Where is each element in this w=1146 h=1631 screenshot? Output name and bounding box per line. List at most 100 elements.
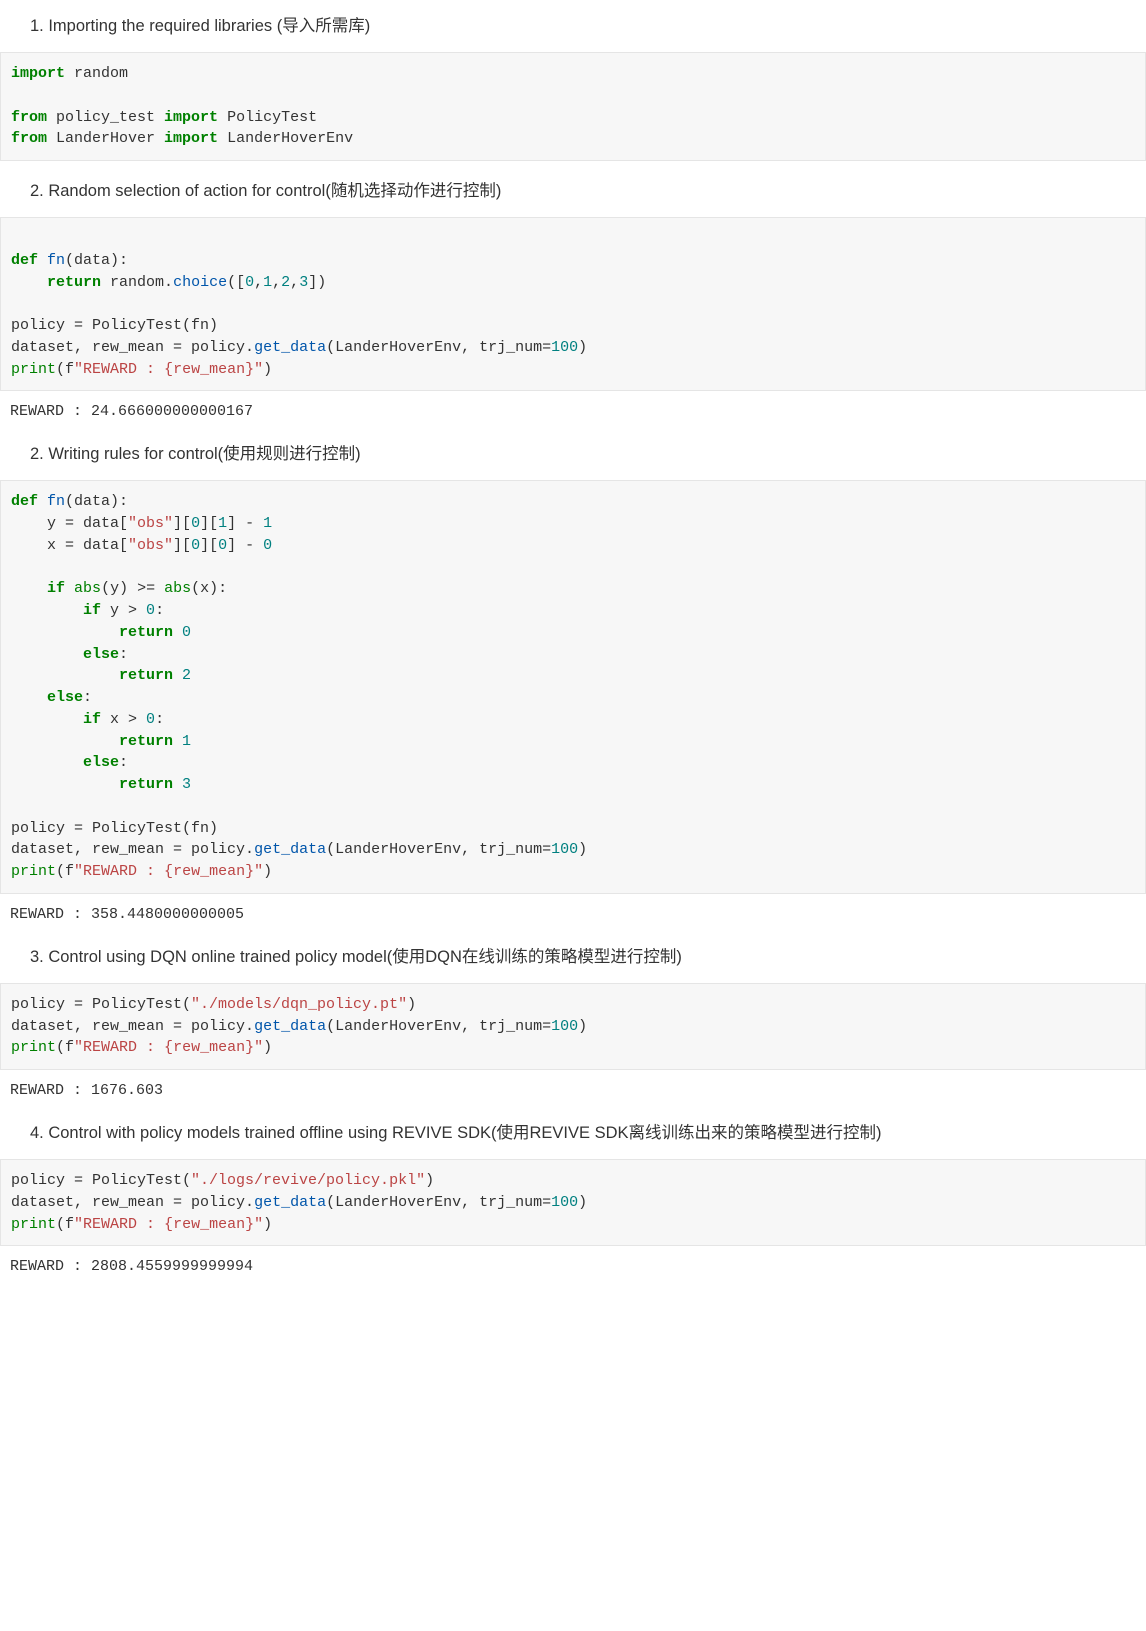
kw-else: else (47, 689, 83, 706)
kw-return: return (119, 667, 173, 684)
f-prefix: f (65, 863, 74, 880)
code-cell-1[interactable]: import random from policy_test import Po… (0, 52, 1146, 161)
f-prefix: f (65, 361, 74, 378)
dot: . (164, 274, 173, 291)
fn-print: print (11, 1039, 56, 1056)
kw-else: else (83, 754, 119, 771)
colon: : (83, 689, 92, 706)
paren-close: ) (263, 1216, 272, 1233)
code-text: ][ (200, 515, 218, 532)
paren-close: ) (263, 361, 272, 378)
mod-policy-test: policy_test (47, 109, 164, 126)
fn-print: print (11, 863, 56, 880)
num: 0 (146, 602, 155, 619)
code-text: policy = PolicyTest( (11, 1172, 191, 1189)
kw-if: if (83, 711, 101, 728)
output-cell-3: REWARD : 358.4480000000005 (0, 898, 1146, 931)
dot: . (245, 841, 254, 858)
code-cell-2[interactable]: def fn(data): return random.choice([0,1,… (0, 217, 1146, 391)
code-text: y = data[ (11, 515, 128, 532)
fn-getdata: get_data (254, 1018, 326, 1035)
code-text: ] - (227, 515, 263, 532)
kw-import: import (164, 130, 218, 147)
kw-def: def (11, 493, 38, 510)
paren-close: ) (263, 863, 272, 880)
fn-getdata: get_data (254, 1194, 326, 1211)
num: 0 (191, 515, 200, 532)
code-cell-3[interactable]: def fn(data): y = data["obs"][0][1] - 1 … (0, 480, 1146, 894)
heading-2: 2. Random selection of action for contro… (0, 165, 1146, 213)
paren-close: ) (407, 996, 416, 1013)
kw-import: import (11, 65, 65, 82)
fn-name: fn (38, 252, 65, 269)
num-100: 100 (551, 339, 578, 356)
cls-policytest: PolicyTest (218, 109, 317, 126)
f-prefix: f (65, 1216, 74, 1233)
paren-open: ( (56, 863, 65, 880)
str-path: "./models/dqn_policy.pt" (191, 996, 407, 1013)
comma: , (254, 274, 263, 291)
kw-if: if (83, 602, 101, 619)
paren-open: ( (56, 361, 65, 378)
sp (65, 580, 74, 597)
num: 0 (191, 537, 200, 554)
kw-from: from (11, 130, 47, 147)
code-cell-4[interactable]: policy = PolicyTest("./models/dqn_policy… (0, 983, 1146, 1070)
kw-return: return (119, 776, 173, 793)
output-cell-2: REWARD : 24.666000000000167 (0, 395, 1146, 428)
fn-print: print (11, 361, 56, 378)
code-text: ][ (173, 515, 191, 532)
num-3: 3 (299, 274, 308, 291)
num-1: 1 (263, 274, 272, 291)
str-obs: "obs" (128, 537, 173, 554)
num-0: 0 (245, 274, 254, 291)
fstring: "REWARD : {rew_mean}" (74, 1039, 263, 1056)
fn-params: (data): (65, 252, 128, 269)
fn-getdata: get_data (254, 841, 326, 858)
colon: : (119, 754, 128, 771)
kw-if: if (47, 580, 65, 597)
fstring: "REWARD : {rew_mean}" (74, 863, 263, 880)
colon: : (155, 711, 164, 728)
paren-close: ) (578, 841, 587, 858)
code-cell-5[interactable]: policy = PolicyTest("./logs/revive/polic… (0, 1159, 1146, 1246)
fn-params: (data): (65, 493, 128, 510)
colon: : (119, 646, 128, 663)
mod-random: random (65, 65, 128, 82)
paren-close: ) (263, 1039, 272, 1056)
code-text: policy = PolicyTest( (11, 996, 191, 1013)
code-line-a: dataset, rew_mean = policy (11, 1018, 245, 1035)
fstring: "REWARD : {rew_mean}" (74, 361, 263, 378)
output-cell-5: REWARD : 2808.4559999999994 (0, 1250, 1146, 1283)
dot: . (245, 339, 254, 356)
heading-4: 3. Control using DQN online trained poli… (0, 931, 1146, 979)
kw-return: return (47, 274, 101, 291)
bracket-close: ]) (308, 274, 326, 291)
kw-def: def (11, 252, 38, 269)
fn-abs: abs (74, 580, 101, 597)
cls-landerhoverenv: LanderHoverEnv (218, 130, 353, 147)
code-text: y > (101, 602, 146, 619)
num-100: 100 (551, 841, 578, 858)
code-line: policy = PolicyTest(fn) (11, 317, 218, 334)
paren-close: ) (425, 1172, 434, 1189)
fn-choice: choice (173, 274, 227, 291)
code-text: x = data[ (11, 537, 128, 554)
num-100: 100 (551, 1018, 578, 1035)
num: 0 (218, 537, 227, 554)
code-text: x > (101, 711, 146, 728)
num: 2 (173, 667, 191, 684)
code-text: (y) >= (101, 580, 164, 597)
num-100: 100 (551, 1194, 578, 1211)
fn-getdata: get_data (254, 339, 326, 356)
code-line-b: (LanderHoverEnv, trj_num= (326, 1018, 551, 1035)
paren-open: ( (56, 1039, 65, 1056)
paren-open: ( (56, 1216, 65, 1233)
code-text: ][ (200, 537, 218, 554)
colon: : (155, 602, 164, 619)
comma: , (272, 274, 281, 291)
code-line: policy = PolicyTest(fn) (11, 820, 218, 837)
str-path: "./logs/revive/policy.pkl" (191, 1172, 425, 1189)
dot: . (245, 1018, 254, 1035)
num: 1 (263, 515, 272, 532)
